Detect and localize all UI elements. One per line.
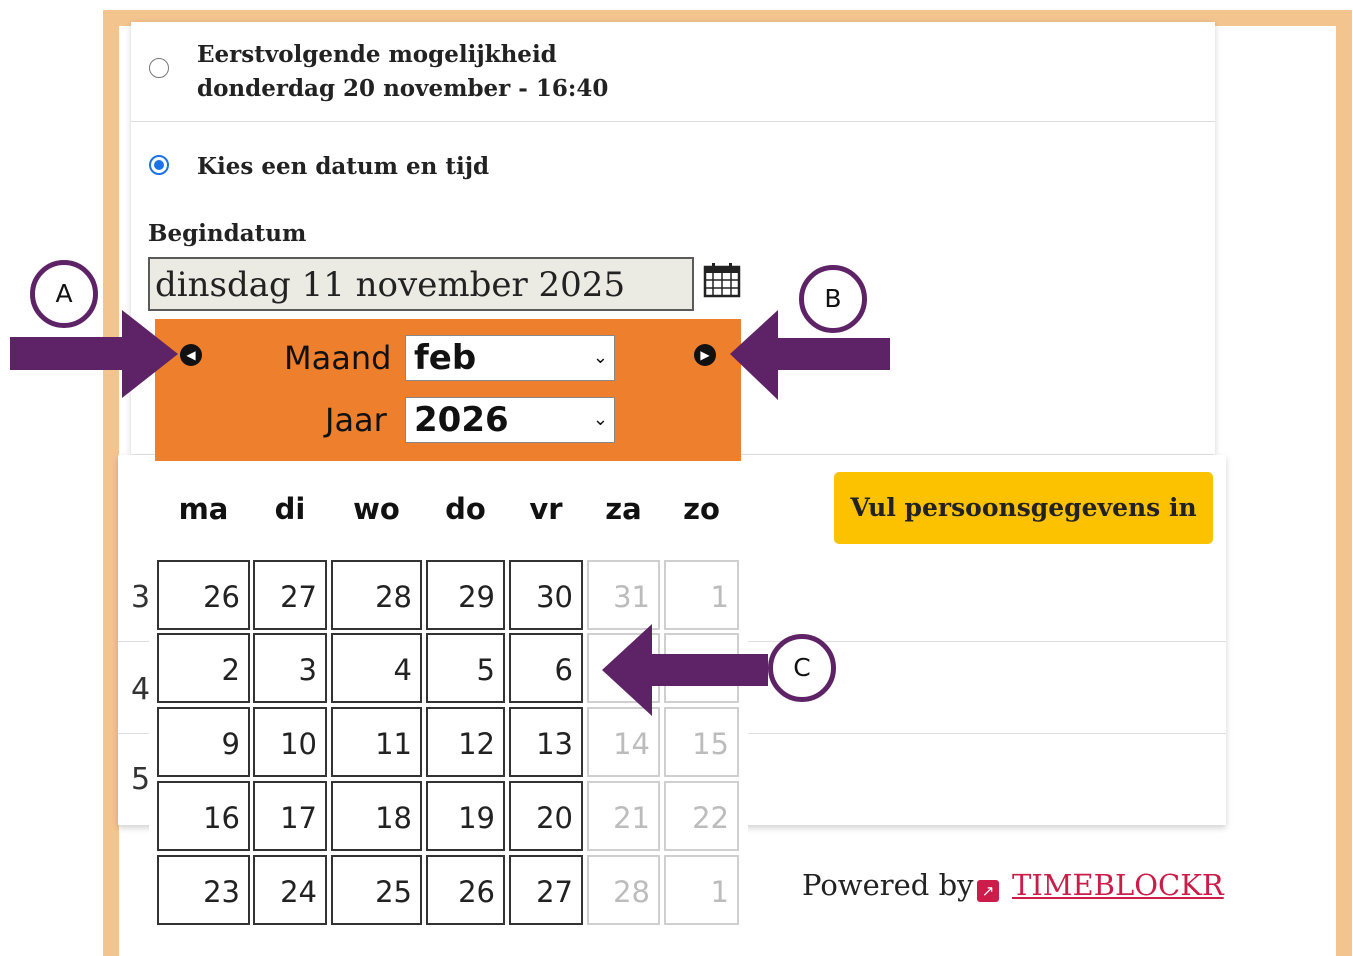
annotation-c: C [768, 634, 836, 702]
arrow-a [10, 310, 178, 398]
annotation-arrows [10, 310, 890, 716]
annotation-a: A [30, 260, 98, 328]
arrow-c [602, 624, 768, 716]
annotation-b: B [799, 265, 867, 333]
